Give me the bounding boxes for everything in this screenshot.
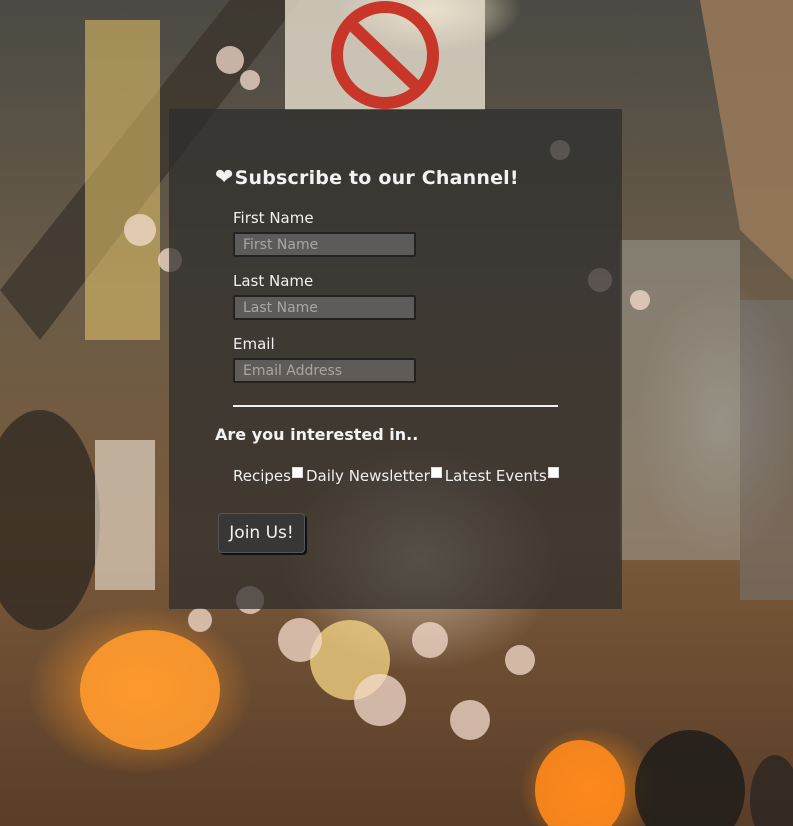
first-name-input[interactable] <box>233 232 416 257</box>
interest-recipes-checkbox[interactable] <box>291 466 303 478</box>
interests-title: Are you interested in.. <box>215 425 419 444</box>
interest-newsletter-checkbox[interactable] <box>430 466 442 478</box>
form-title-text: Subscribe to our Channel! <box>234 166 519 189</box>
last-name-input[interactable] <box>233 295 416 320</box>
interests-group: Recipes Daily Newsletter Latest Events <box>233 466 562 485</box>
subscribe-form-panel: ❤ Subscribe to our Channel! First Name L… <box>169 109 622 609</box>
heart-icon: ❤ <box>215 165 234 190</box>
join-us-button[interactable]: Join Us! <box>218 513 305 553</box>
interest-newsletter-label: Daily Newsletter <box>305 467 430 485</box>
divider <box>233 405 558 407</box>
last-name-label: Last Name <box>233 272 314 290</box>
interest-events-checkbox[interactable] <box>547 466 559 478</box>
email-input[interactable] <box>233 358 416 383</box>
first-name-label: First Name <box>233 209 314 227</box>
form-title: ❤ Subscribe to our Channel! <box>215 167 615 189</box>
email-label: Email <box>233 335 275 353</box>
interest-events-label: Latest Events <box>444 467 547 485</box>
interest-recipes-label: Recipes <box>233 467 291 485</box>
